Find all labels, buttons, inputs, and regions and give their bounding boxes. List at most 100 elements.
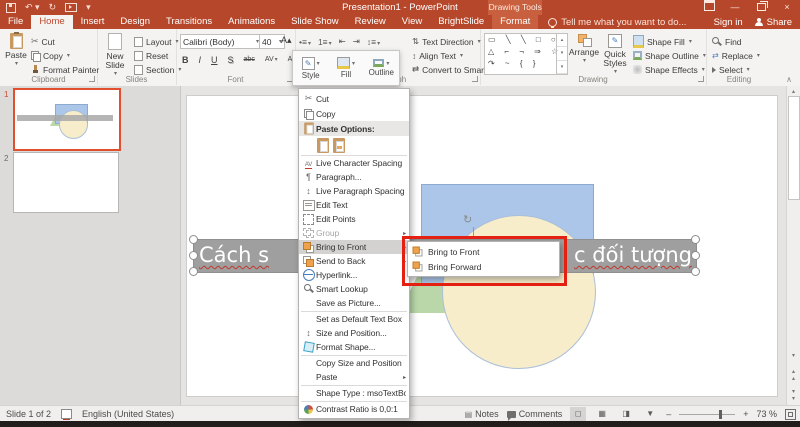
tab-transitions[interactable]: Transitions bbox=[158, 15, 220, 29]
minimize-icon[interactable]: — bbox=[722, 0, 748, 15]
menu-item-save-as-picture[interactable]: Save as Picture... bbox=[299, 296, 409, 310]
zoom-out-button[interactable]: – bbox=[666, 409, 671, 419]
italic-button[interactable]: I bbox=[197, 55, 204, 65]
comments-button[interactable]: Comments bbox=[507, 409, 563, 419]
bold-button[interactable]: B bbox=[180, 55, 191, 65]
shape-row[interactable]: ↷ ~ { } bbox=[485, 58, 567, 70]
menu-item-shape-type[interactable]: Shape Type : msoTextBox bbox=[299, 386, 409, 400]
resize-handle[interactable] bbox=[189, 267, 198, 276]
shape-outline-button[interactable]: Shape Outline bbox=[633, 49, 706, 62]
mini-outline-button[interactable]: ▾ Outline bbox=[364, 51, 399, 85]
resize-handle[interactable] bbox=[691, 235, 700, 244]
cut-button[interactable]: ✂ Cut bbox=[31, 35, 55, 48]
menu-item-cut[interactable]: Cut bbox=[299, 91, 409, 106]
quick-styles-button[interactable]: ✎ Quick Styles bbox=[600, 34, 630, 77]
resize-handle[interactable] bbox=[691, 251, 700, 260]
find-button[interactable]: Find bbox=[712, 35, 742, 48]
decrease-indent-button[interactable]: ⇤ bbox=[339, 36, 346, 47]
tab-file[interactable]: File bbox=[0, 15, 31, 29]
underline-button[interactable]: U bbox=[209, 55, 220, 65]
tell-me-box[interactable]: Tell me what you want to do... bbox=[548, 15, 686, 29]
menu-item-copy-size-and-position[interactable]: Copy Size and Position bbox=[299, 356, 409, 370]
mini-fill-button[interactable]: ▾ Fill bbox=[328, 51, 363, 85]
text-shadow-button[interactable]: S bbox=[226, 55, 236, 65]
paragraph-dialog-launcher-icon[interactable] bbox=[472, 76, 478, 82]
resize-handle[interactable] bbox=[189, 235, 198, 244]
scrollbar-thumb[interactable] bbox=[788, 96, 800, 200]
drawing-dialog-launcher-icon[interactable] bbox=[698, 76, 704, 82]
collapse-ribbon-icon[interactable]: ∧ bbox=[786, 75, 792, 84]
menu-item-edit-points[interactable]: Edit Points bbox=[299, 212, 409, 226]
slideshow-view-icon[interactable]: ▼ bbox=[642, 407, 658, 421]
menu-item-hyperlink[interactable]: Hyperlink... bbox=[299, 268, 409, 282]
reading-view-icon[interactable]: ◨ bbox=[618, 407, 634, 421]
submenu-item-bring-forward[interactable]: Bring Forward bbox=[408, 259, 559, 274]
new-slide-button[interactable]: New Slide bbox=[100, 33, 130, 79]
tab-slide-show[interactable]: Slide Show bbox=[283, 15, 347, 29]
menu-item-format-shape[interactable]: Format Shape... bbox=[299, 340, 409, 354]
clipboard-dialog-launcher-icon[interactable] bbox=[89, 76, 95, 82]
character-spacing-button[interactable]: AV bbox=[263, 56, 280, 63]
menu-item-group[interactable]: Group bbox=[299, 226, 409, 240]
menu-item-send-to-back[interactable]: Send to Back bbox=[299, 254, 409, 268]
zoom-slider[interactable] bbox=[679, 414, 735, 415]
restore-icon[interactable] bbox=[748, 0, 774, 15]
scroll-up-icon[interactable]: ▴ bbox=[788, 88, 799, 95]
paste-button[interactable]: Paste bbox=[4, 33, 28, 69]
line-spacing-button[interactable]: ↕≡ bbox=[367, 37, 380, 47]
shape-row[interactable]: ▭ ╲ ╲ □ ○ bbox=[485, 34, 567, 46]
zoom-in-button[interactable]: + bbox=[743, 409, 748, 419]
zoom-slider-thumb[interactable] bbox=[719, 410, 722, 419]
font-name-combobox[interactable]: Calibri (Body)▾ bbox=[180, 34, 262, 49]
resize-handle[interactable] bbox=[189, 251, 198, 260]
menu-item-paste[interactable]: Paste bbox=[299, 370, 409, 384]
arrange-button[interactable]: Arrange bbox=[570, 34, 598, 66]
tab-view[interactable]: View bbox=[394, 15, 430, 29]
menu-item-copy[interactable]: Copy bbox=[299, 106, 409, 121]
menu-item-size-and-position[interactable]: Size and Position... bbox=[299, 326, 409, 340]
previous-slide-icon[interactable]: ▴▴ bbox=[788, 368, 799, 382]
share-button[interactable]: Share bbox=[755, 17, 792, 28]
resize-handle[interactable] bbox=[691, 267, 700, 276]
shape-row[interactable]: △ ⌐ ¬ ⇒ ☆ bbox=[485, 46, 567, 58]
close-icon[interactable]: × bbox=[774, 0, 800, 15]
tab-format[interactable]: Drawing Tools Format bbox=[492, 15, 538, 29]
menu-item-bring-to-front[interactable]: Bring to Front bbox=[299, 240, 409, 254]
replace-button[interactable]: ⇄ Replace bbox=[712, 49, 760, 62]
ribbon-display-options-icon[interactable] bbox=[696, 0, 722, 15]
tab-insert[interactable]: Insert bbox=[73, 15, 113, 29]
menu-item-smart-lookup[interactable]: Smart Lookup bbox=[299, 282, 409, 296]
menu-item-contrast-ratio[interactable]: Contrast Ratio is 0,0:1 bbox=[299, 402, 409, 416]
vertical-scrollbar[interactable]: ▴ ▾ ▴▴ ▾▾ bbox=[786, 86, 800, 405]
gallery-scroll[interactable]: ▴▾▾ bbox=[556, 34, 567, 74]
next-slide-icon[interactable]: ▾▾ bbox=[788, 388, 799, 402]
layout-button[interactable]: Layout bbox=[134, 35, 179, 48]
slide-thumbnail-2[interactable] bbox=[13, 152, 119, 213]
tab-brightslide[interactable]: BrightSlide bbox=[430, 15, 492, 29]
tab-home[interactable]: Home bbox=[31, 15, 72, 29]
language-indicator[interactable]: English (United States) bbox=[82, 409, 174, 419]
scroll-down-icon[interactable]: ▾ bbox=[788, 352, 799, 359]
menu-item-live-paragraph-spacing[interactable]: Live Paragraph Spacing bbox=[299, 184, 409, 198]
tab-design[interactable]: Design bbox=[112, 15, 158, 29]
tab-animations[interactable]: Animations bbox=[220, 15, 283, 29]
keep-source-formatting-paste-icon[interactable] bbox=[317, 138, 329, 153]
sign-in-link[interactable]: Sign in bbox=[714, 17, 743, 28]
align-text-button[interactable]: ↕ Align Text bbox=[412, 49, 463, 62]
fit-to-window-icon[interactable] bbox=[785, 409, 796, 420]
spell-check-icon[interactable] bbox=[61, 409, 72, 419]
zoom-level[interactable]: 73 % bbox=[756, 409, 777, 419]
reset-button[interactable]: Reset bbox=[134, 49, 168, 62]
menu-item-edit-text[interactable]: Edit Text bbox=[299, 198, 409, 212]
shapes-gallery[interactable]: ▭ ╲ ╲ □ ○ △ ⌐ ¬ ⇒ ☆ ↷ ~ { } ▴▾▾ bbox=[484, 33, 568, 75]
menu-item-live-character-spacing[interactable]: Live Character Spacing bbox=[299, 156, 409, 170]
rotate-handle-icon[interactable]: ↻ bbox=[463, 213, 472, 226]
bullets-button[interactable]: •≡ bbox=[299, 37, 311, 47]
submenu-item-bring-to-front[interactable]: Bring to Front bbox=[408, 244, 559, 259]
menu-item-paragraph[interactable]: Paragraph... bbox=[299, 170, 409, 184]
shape-fill-button[interactable]: Shape Fill bbox=[633, 35, 692, 48]
increase-font-size-button[interactable]: A▴ bbox=[281, 34, 292, 47]
numbering-button[interactable]: 1≡ bbox=[318, 37, 332, 47]
mini-style-button[interactable]: ✎▾ Style bbox=[293, 51, 328, 85]
text-direction-button[interactable]: ⇅ Text Direction bbox=[412, 35, 481, 48]
